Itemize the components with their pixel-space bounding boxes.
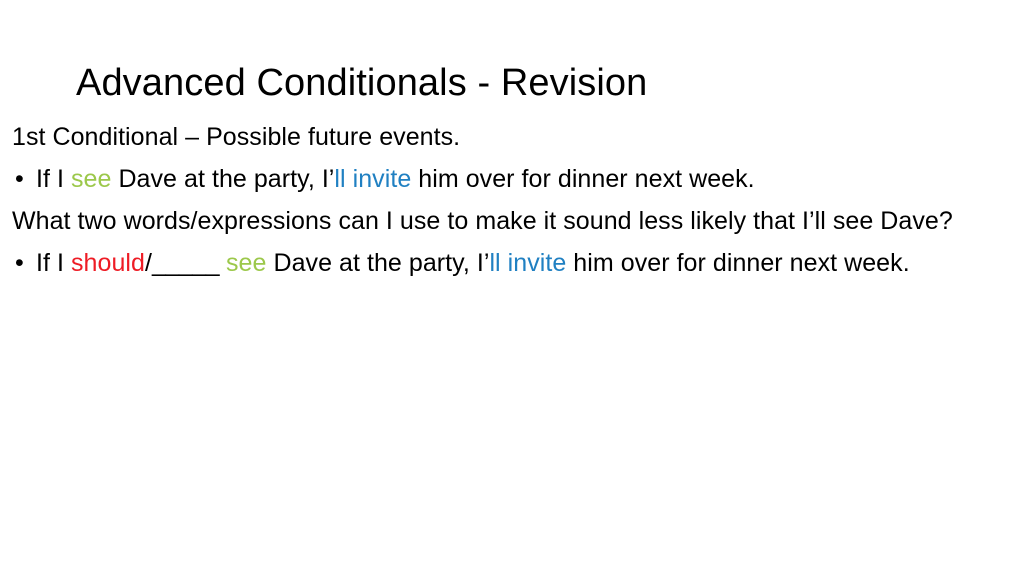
example2-highlight-modal: should: [70, 249, 145, 277]
example2-slash: /: [144, 249, 152, 277]
example1-highlight-verb-result: ll invite: [334, 165, 412, 193]
example2-space: [219, 249, 226, 277]
example1-highlight-verb-if: see: [70, 165, 112, 193]
bullet-icon: •: [15, 249, 24, 277]
bullet-item-example-2: • If I should/_____ see Dave at the party…: [12, 242, 1018, 284]
slide-canvas: Advanced Conditionals - Revision 1st Con…: [0, 0, 1024, 576]
example2-highlight-verb-result: ll invite: [489, 249, 567, 277]
example2-text-part-1: If I: [36, 249, 71, 277]
slide-body: 1st Conditional – Possible future events…: [12, 116, 1018, 284]
example1-text-part-2: Dave at the party, I’: [111, 165, 335, 193]
example1-text-part-3: him over for dinner next week.: [411, 165, 755, 193]
example2-text-part-3: him over for dinner next week.: [566, 249, 910, 277]
page-title: Advanced Conditionals - Revision: [76, 62, 648, 104]
example2-text-part-2: Dave at the party, I’: [266, 249, 490, 277]
bullet-icon: •: [15, 165, 24, 193]
example1-text-part-1: If I: [36, 165, 71, 193]
example2-highlight-verb-if: see: [226, 249, 267, 277]
bullet-item-example-1: • If I see Dave at the party, I’ll invite…: [12, 158, 1018, 200]
example2-answer-blank: _____: [151, 249, 220, 277]
question-line: What two words/expressions can I use to …: [12, 207, 953, 235]
heading-line: 1st Conditional – Possible future events…: [12, 123, 461, 151]
